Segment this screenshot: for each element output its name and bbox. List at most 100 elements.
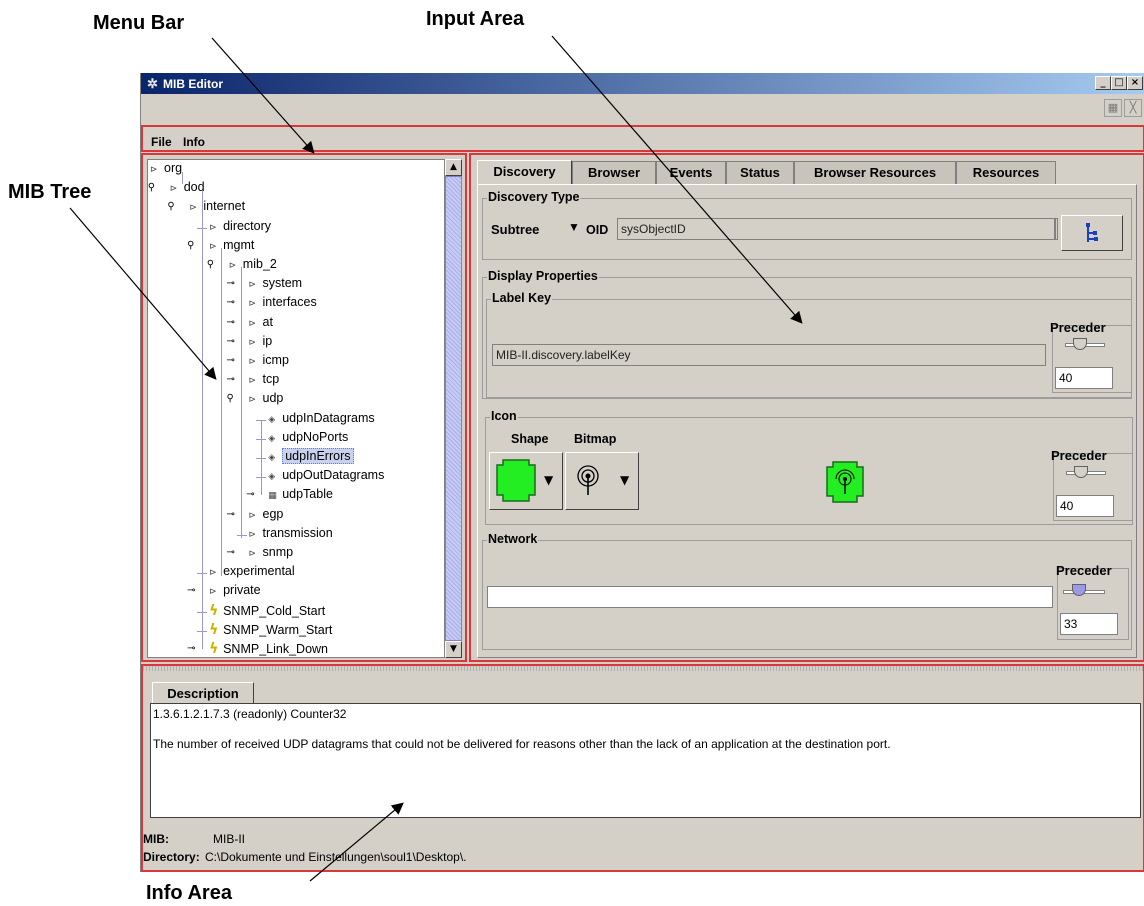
bitmap-select[interactable]: ▼ — [565, 452, 639, 510]
expanded-handle-icon[interactable]: ⚲ — [187, 240, 194, 251]
label-key-group: Label Key MIB-II.discovery.labelKey Prec… — [486, 291, 1132, 398]
tab-browser[interactable]: Browser — [572, 161, 656, 184]
tree-node-label: internet — [203, 199, 246, 214]
label-key-preceder-slider[interactable] — [1073, 338, 1087, 350]
menu-info[interactable]: Info — [183, 135, 205, 149]
menu-file[interactable]: File — [151, 135, 172, 149]
tree-node[interactable]: ⊳ transmission — [236, 526, 333, 545]
tab-resources[interactable]: Resources — [956, 161, 1056, 184]
split-divider[interactable] — [143, 666, 1143, 671]
icon-preceder-group: Preceder 40 — [1051, 448, 1133, 521]
tree-node[interactable]: ⊳ experimental — [197, 564, 295, 583]
oid-field[interactable]: sysObjectID — [617, 218, 1055, 240]
tree-node[interactable]: ◈ udpInErrors — [256, 448, 354, 468]
tree-node[interactable]: ϟ SNMP_Cold_Start — [197, 603, 325, 622]
collapsed-handle-icon[interactable]: ⊸ — [227, 336, 235, 347]
tree-node[interactable]: ◈ udpInDatagrams — [256, 411, 375, 430]
directory-info-value: C:\Dokumente und Einstellungen\soul1\Des… — [205, 850, 467, 864]
network-preceder-slider[interactable] — [1072, 584, 1086, 596]
leaf-diamond-icon: ◈ — [268, 472, 276, 483]
title-bar[interactable]: ✲ MIB Editor _ □ × — [141, 73, 1144, 94]
tree-node[interactable]: ⊳ org — [150, 161, 182, 180]
tab-description[interactable]: Description — [152, 682, 254, 704]
network-field[interactable] — [487, 586, 1053, 608]
oid-chooser-button[interactable] — [1061, 215, 1123, 251]
expanded-handle-icon[interactable]: ⚲ — [227, 393, 234, 404]
tree-node[interactable]: ◈ udpOutDatagrams — [256, 468, 384, 487]
scroll-thumb[interactable] — [445, 176, 462, 641]
close-frame-icon[interactable]: ╳ — [1124, 99, 1142, 117]
restore-frame-icon[interactable]: ▦ — [1104, 99, 1122, 117]
collapsed-handle-icon[interactable]: ⊸ — [227, 374, 235, 385]
branch-icon: ⊳ — [248, 357, 257, 367]
tab-status[interactable]: Status — [726, 161, 794, 184]
tree-node[interactable]: ⊸ ⊳ egp — [227, 507, 284, 526]
tree-node[interactable]: ⊸ ⊳ interfaces — [227, 295, 317, 314]
icon-preceder-slider[interactable] — [1074, 466, 1088, 478]
description-box: 1.3.6.1.2.1.7.3 (readonly) Counter32 The… — [150, 703, 1141, 818]
discovery-type-value: Subtree — [491, 222, 540, 237]
minimize-button[interactable]: _ — [1095, 76, 1111, 90]
tree-node[interactable]: ⚲ ⊳ internet — [167, 199, 246, 218]
collapsed-handle-icon[interactable]: ⊸ — [227, 547, 235, 558]
network-preceder-input[interactable]: 33 — [1060, 613, 1118, 635]
tree-node[interactable]: ⊳ directory — [197, 219, 271, 238]
tree-node-label: icmp — [262, 353, 289, 367]
display-properties-label: Display Properties — [487, 269, 599, 283]
icon-group-label: Icon — [490, 409, 518, 423]
mib-info-value: MIB-II — [213, 832, 245, 846]
tree-node[interactable]: ⊸ ⊳ private — [187, 583, 261, 602]
input-area: Discovery Browser Events Status Browser … — [469, 153, 1144, 662]
tab-discovery[interactable]: Discovery — [477, 160, 572, 185]
tab-browser-resources[interactable]: Browser Resources — [794, 161, 956, 184]
scroll-down-icon[interactable]: ▼ — [445, 641, 462, 658]
collapsed-handle-icon[interactable]: ⊸ — [246, 489, 254, 500]
collapsed-handle-icon[interactable]: ⊸ — [227, 509, 235, 520]
label-key-preceder-input[interactable]: 40 — [1055, 367, 1113, 389]
expanded-handle-icon[interactable]: ⚲ — [167, 201, 174, 212]
collapsed-handle-icon[interactable]: ⊸ — [187, 585, 195, 596]
collapsed-handle-icon[interactable]: ⊸ — [227, 297, 235, 308]
label-key-preceder-group: Preceder 40 — [1050, 320, 1132, 393]
collapsed-handle-icon[interactable]: ⊸ — [187, 643, 195, 654]
tree-node[interactable]: ⚲ ⊳ mib_2 — [207, 257, 277, 276]
network-preceder-group: Preceder 33 — [1056, 563, 1129, 640]
description-text: The number of received UDP datagrams tha… — [153, 737, 891, 751]
tree-node-label: private — [223, 583, 261, 598]
tree-node[interactable]: ◈ udpNoPorts — [256, 430, 348, 449]
tree-node-label: ip — [262, 333, 273, 348]
close-button[interactable]: × — [1127, 76, 1143, 90]
tree-node[interactable]: ⊸ ⊳ ip — [227, 333, 273, 353]
tree-node[interactable]: ⊸ ⊳ icmp — [227, 353, 289, 372]
tree-node[interactable]: ⊸ ⊳ at — [227, 315, 273, 334]
expanded-handle-icon[interactable]: ⚲ — [207, 259, 214, 270]
tab-events[interactable]: Events — [656, 161, 726, 184]
shape-label: Shape — [511, 432, 549, 446]
branch-icon: ⊳ — [209, 241, 217, 252]
tree-node[interactable]: ⚲ ⊳ udp — [227, 391, 284, 410]
tree-node[interactable]: ⊸ ϟ SNMP_Link_Down — [187, 641, 328, 657]
collapsed-handle-icon[interactable]: ⊸ — [227, 317, 235, 328]
mib-tree[interactable]: ⊳ org ⚲ ⊳ dod ⚲ ⊳ internet ⊳ directory ⚲ ⊳ mgmt ⚲ ⊳ mib… — [147, 159, 445, 658]
icon-preceder-input[interactable]: 40 — [1056, 495, 1114, 517]
callout-info-area: Info Area — [146, 882, 232, 904]
network-group-label: Network — [487, 532, 539, 546]
discovery-type-select[interactable]: Subtree ▼ — [486, 217, 582, 243]
expanded-handle-icon[interactable]: ⚲ — [148, 182, 155, 193]
maximize-button[interactable]: □ — [1111, 76, 1127, 90]
scroll-up-icon[interactable]: ▲ — [445, 159, 462, 176]
tree-node[interactable]: ⊸ ▦ udpTable — [246, 487, 333, 506]
tree-node[interactable]: ϟ SNMP_Warm_Start — [197, 621, 332, 641]
tree-node[interactable]: ⚲ ⊳ dod — [148, 180, 205, 199]
tree-node[interactable]: ⊸ ⊳ snmp — [227, 545, 294, 564]
tree-scrollbar[interactable]: ▲ ▼ — [445, 159, 462, 658]
trap-icon: ϟ — [209, 621, 219, 638]
tree-node[interactable]: ⚲ ⊳ mgmt — [187, 238, 254, 257]
tree-node[interactable]: ⊸ ⊳ tcp — [227, 372, 280, 391]
branch-icon: ⊳ — [209, 568, 217, 579]
collapsed-handle-icon[interactable]: ⊸ — [227, 355, 235, 366]
tree-node[interactable]: ⊸ ⊳ system — [227, 276, 303, 295]
label-key-field[interactable]: MIB-II.discovery.labelKey — [492, 344, 1046, 366]
collapsed-handle-icon[interactable]: ⊸ — [227, 278, 235, 289]
shape-select[interactable]: ▼ — [489, 452, 563, 510]
